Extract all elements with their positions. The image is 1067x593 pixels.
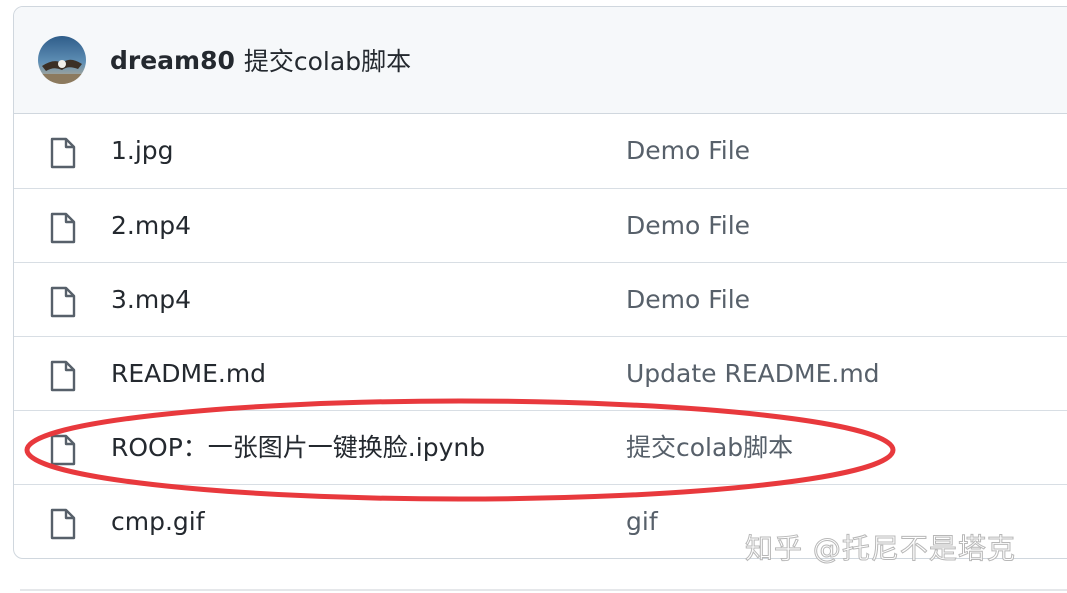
file-name-link[interactable]: 2.mp4 — [111, 189, 191, 263]
file-icon — [50, 286, 76, 318]
file-browser: dream80 提交colab脚本 1.jpg Demo File 2.mp4 Dem… — [13, 6, 1067, 559]
file-row[interactable]: 2.mp4 Demo File — [14, 188, 1067, 262]
file-icon — [50, 434, 76, 466]
file-icon — [50, 508, 76, 540]
divider — [20, 589, 1067, 591]
file-commit-message-link[interactable]: Demo File — [626, 189, 750, 263]
file-commit-message-link[interactable]: 提交colab脚本 — [626, 411, 793, 485]
file-icon — [50, 212, 76, 244]
commit-author[interactable]: dream80 — [110, 46, 235, 75]
watermark: 知乎 @托尼不是塔克 — [745, 532, 1016, 566]
file-list: 1.jpg Demo File 2.mp4 Demo File 3.mp4 Demo Fi… — [14, 114, 1067, 558]
file-row[interactable]: 3.mp4 Demo File — [14, 262, 1067, 336]
file-name-link[interactable]: cmp.gif — [111, 485, 205, 558]
file-row[interactable]: README.md Update README.md — [14, 336, 1067, 410]
file-row[interactable]: 1.jpg Demo File — [14, 114, 1067, 188]
file-commit-message-link[interactable]: Demo File — [626, 263, 750, 337]
file-commit-message-link[interactable]: Demo File — [626, 114, 750, 188]
file-icon — [50, 360, 76, 392]
file-commit-message-link[interactable]: Update README.md — [626, 337, 880, 411]
commit-message[interactable]: 提交colab脚本 — [244, 42, 411, 78]
file-name-link[interactable]: 1.jpg — [111, 114, 174, 188]
latest-commit-header: dream80 提交colab脚本 — [14, 7, 1067, 114]
file-commit-message-link[interactable]: gif — [626, 485, 658, 558]
file-icon — [50, 137, 76, 169]
avatar[interactable] — [38, 36, 86, 84]
file-name-link[interactable]: README.md — [111, 337, 266, 411]
file-name-link[interactable]: 3.mp4 — [111, 263, 191, 337]
file-name-link[interactable]: ROOP：一张图片一键换脸.ipynb — [111, 411, 485, 485]
file-row[interactable]: ROOP：一张图片一键换脸.ipynb 提交colab脚本 — [14, 410, 1067, 484]
